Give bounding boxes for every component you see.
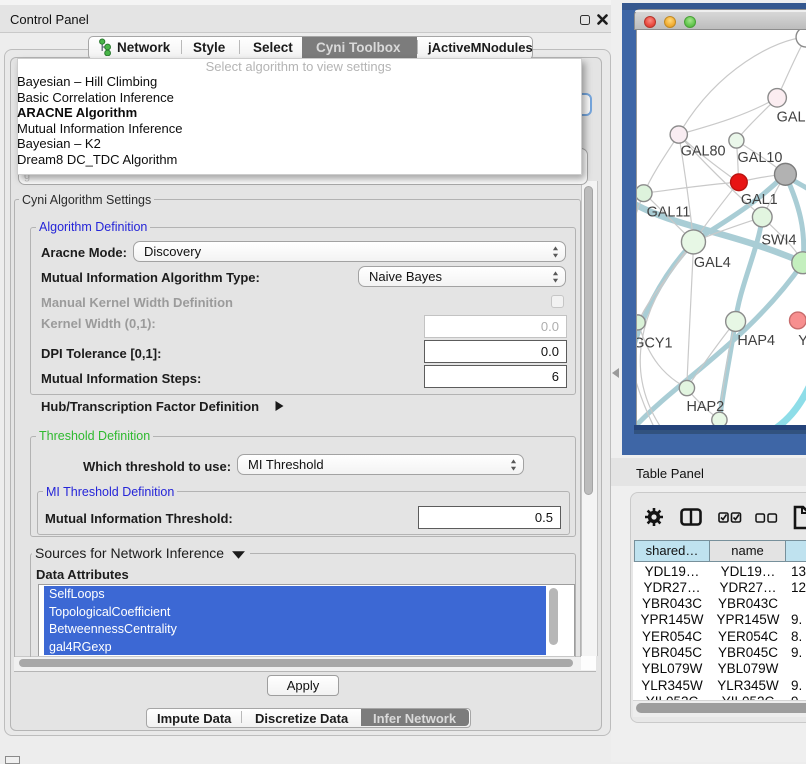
svg-text:Y: Y bbox=[798, 333, 806, 349]
svg-text:HAP4: HAP4 bbox=[737, 333, 775, 349]
svg-text:GAL80: GAL80 bbox=[681, 143, 726, 159]
svg-text:GAL10: GAL10 bbox=[738, 150, 783, 166]
svg-text:GAL1: GAL1 bbox=[741, 192, 778, 208]
svg-text:GAL11: GAL11 bbox=[647, 205, 691, 221]
svg-text:SWI4: SWI4 bbox=[761, 233, 796, 249]
svg-text:GAL4: GAL4 bbox=[694, 255, 731, 271]
svg-text:GAL8: GAL8 bbox=[777, 110, 806, 126]
svg-text:GCY1: GCY1 bbox=[636, 335, 673, 351]
svg-text:HAP2: HAP2 bbox=[686, 399, 724, 415]
